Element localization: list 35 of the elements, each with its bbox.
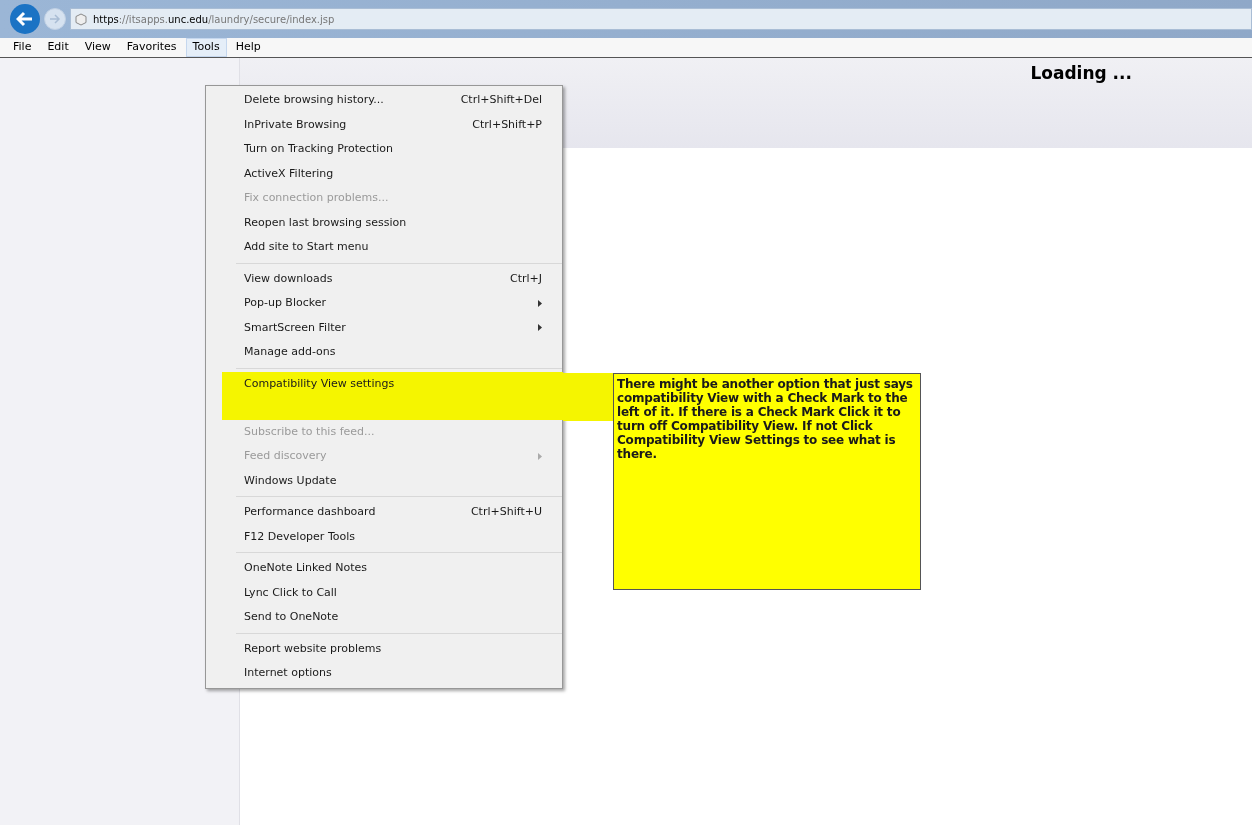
loading-text: Loading ...	[1030, 62, 1132, 85]
back-button[interactable]	[10, 4, 40, 34]
menu-bar-item[interactable]: File	[6, 38, 39, 57]
address-field[interactable]: https://itsapps.unc.edu/laundry/secure/index.jsp	[70, 8, 1252, 30]
menu-bar-item[interactable]: View	[77, 38, 118, 57]
menu-bar-item[interactable]: Help	[228, 38, 268, 57]
menu-item[interactable]: InPrivate Browsing Ctrl+Shift+P	[236, 112, 562, 137]
menu-bar-item[interactable]: Favorites	[119, 38, 184, 57]
menu-bar-item[interactable]: Tools	[185, 38, 227, 57]
submenu-arrow-icon	[538, 299, 542, 307]
menu-item[interactable]: Performance dashboard Ctrl+Shift+U	[236, 500, 562, 525]
menu-bar-item[interactable]: Edit	[40, 38, 76, 57]
forward-arrow-icon	[49, 14, 61, 24]
menu-item[interactable]: Internet options	[236, 661, 562, 686]
menu-item[interactable]: OneNote Linked Notes	[236, 556, 562, 581]
url-text: https://itsapps.unc.edu/laundry/secure/index.jsp	[93, 12, 335, 27]
submenu-arrow-icon	[538, 452, 542, 460]
menu-item[interactable]: Turn on Tracking Protection	[236, 137, 562, 162]
menu-item[interactable]: Lync Click to Call	[236, 580, 562, 605]
submenu-arrow-icon	[538, 324, 542, 332]
menu-item[interactable]: View downloads Ctrl+J	[236, 266, 562, 291]
menu-item[interactable]: Pop-up Blocker	[236, 291, 562, 316]
menu-item[interactable]: Delete browsing history... Ctrl+Shift+Del	[236, 88, 562, 113]
menu-item[interactable]: Report website problems	[236, 636, 562, 661]
menu-item[interactable]: Manage add-ons	[236, 340, 562, 365]
menu-item[interactable]: Send to OneNote	[236, 605, 562, 630]
menu-item[interactable]: Compatibility View settings	[222, 371, 563, 420]
menu-item[interactable]: ActiveX Filtering	[236, 161, 562, 186]
back-arrow-icon	[16, 11, 34, 27]
menu-item[interactable]: Add site to Start menu	[236, 235, 562, 260]
callout-text: There might be another option that just says compatibility View with a Check Mark to the left of it. If there is a Check Mark Click it to turn off Compatibility View. If not Click Compatibility View Settings to see what is there.	[617, 377, 914, 461]
menu-item[interactable]: Windows Update	[236, 468, 562, 493]
menu-item[interactable]: SmartScreen Filter	[236, 315, 562, 340]
menu-item[interactable]: F12 Developer Tools	[236, 524, 562, 549]
menu-item[interactable]: Reopen last browsing session	[236, 210, 562, 235]
